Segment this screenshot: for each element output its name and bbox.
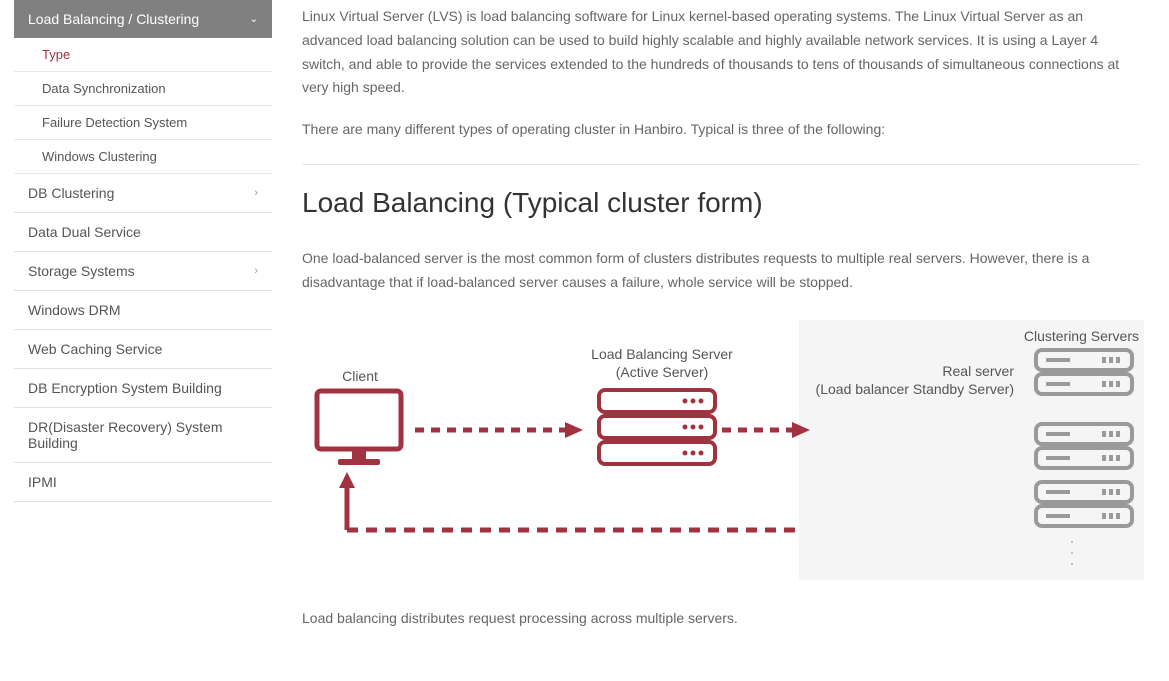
sidebar-menu-item[interactable]: DB Encryption System Building — [14, 369, 272, 408]
diagram-label-lb: Load Balancing Server (Active Server) — [572, 345, 752, 381]
sidebar-header-label: Load Balancing / Clustering — [28, 11, 199, 27]
ellipsis-icon: ··· — [1062, 539, 1083, 572]
sidebar-menu-label: DR(Disaster Recovery) System Building — [28, 419, 258, 451]
diagram-label-real: Real server (Load balancer Standby Serve… — [804, 362, 1014, 398]
sidebar: Load Balancing / Clustering ⌄ TypeData S… — [0, 0, 272, 646]
intro-paragraph: Linux Virtual Server (LVS) is load balan… — [302, 5, 1139, 100]
sidebar-sub-item[interactable]: Type — [14, 38, 272, 72]
sidebar-menu-item[interactable]: Web Caching Service — [14, 330, 272, 369]
server-cluster-icon — [1034, 422, 1134, 472]
arrow-return-icon — [337, 470, 797, 535]
diagram-real-line1: Real server — [942, 363, 1014, 379]
server-cluster-icon — [1034, 480, 1134, 530]
chevron-right-icon: › — [254, 265, 258, 277]
sidebar-menu-item[interactable]: Storage Systems › — [14, 252, 272, 291]
diagram-label-client: Client — [320, 368, 400, 384]
main-content: Linux Virtual Server (LVS) is load balan… — [272, 0, 1169, 646]
monitor-icon — [314, 388, 404, 468]
diagram: Client Load Balancing Server (Active Ser… — [302, 320, 1139, 580]
sidebar-section-load-balancing[interactable]: Load Balancing / Clustering ⌄ — [14, 0, 272, 38]
sidebar-menu-item[interactable]: Data Dual Service — [14, 213, 272, 252]
intro-paragraph-2: There are many different types of operat… — [302, 118, 1139, 142]
sidebar-sub-item[interactable]: Failure Detection System — [14, 106, 272, 140]
sidebar-menu-label: Windows DRM — [28, 302, 121, 318]
sidebar-menu-item[interactable]: DB Clustering › — [14, 174, 272, 213]
sidebar-menu-label: Data Dual Service — [28, 224, 141, 240]
sidebar-menu-label: IPMI — [28, 474, 57, 490]
diagram-lb-line2: (Active Server) — [616, 364, 709, 380]
sidebar-menu-label: Web Caching Service — [28, 341, 162, 357]
sidebar-menu-item[interactable]: IPMI — [14, 463, 272, 502]
diagram-label-cluster-heading: Clustering Servers — [1009, 328, 1139, 344]
chevron-right-icon: › — [254, 187, 258, 199]
sidebar-menu-label: Storage Systems — [28, 263, 135, 279]
sidebar-sub-items: TypeData SynchronizationFailure Detectio… — [14, 38, 272, 174]
diagram-caption: Load balancing distributes request proce… — [302, 610, 1139, 626]
sidebar-sub-item[interactable]: Data Synchronization — [14, 72, 272, 106]
sidebar-menu-item[interactable]: Windows DRM — [14, 291, 272, 330]
arrow-right-icon — [722, 420, 812, 440]
diagram-real-line2: (Load balancer Standby Server) — [816, 381, 1014, 397]
diagram-lb-line1: Load Balancing Server — [591, 346, 733, 362]
sidebar-sub-item[interactable]: Windows Clustering — [14, 140, 272, 174]
server-stack-icon — [597, 388, 717, 466]
server-cluster-icon — [1034, 348, 1134, 398]
sidebar-menu-label: DB Clustering — [28, 185, 114, 201]
section-description: One load-balanced server is the most com… — [302, 247, 1139, 295]
sidebar-menu-label: DB Encryption System Building — [28, 380, 222, 396]
arrow-right-icon — [415, 420, 585, 440]
divider — [302, 164, 1139, 165]
sidebar-menu-item[interactable]: DR(Disaster Recovery) System Building — [14, 408, 272, 463]
section-title: Load Balancing (Typical cluster form) — [302, 187, 1139, 219]
chevron-down-icon: ⌄ — [250, 14, 258, 25]
